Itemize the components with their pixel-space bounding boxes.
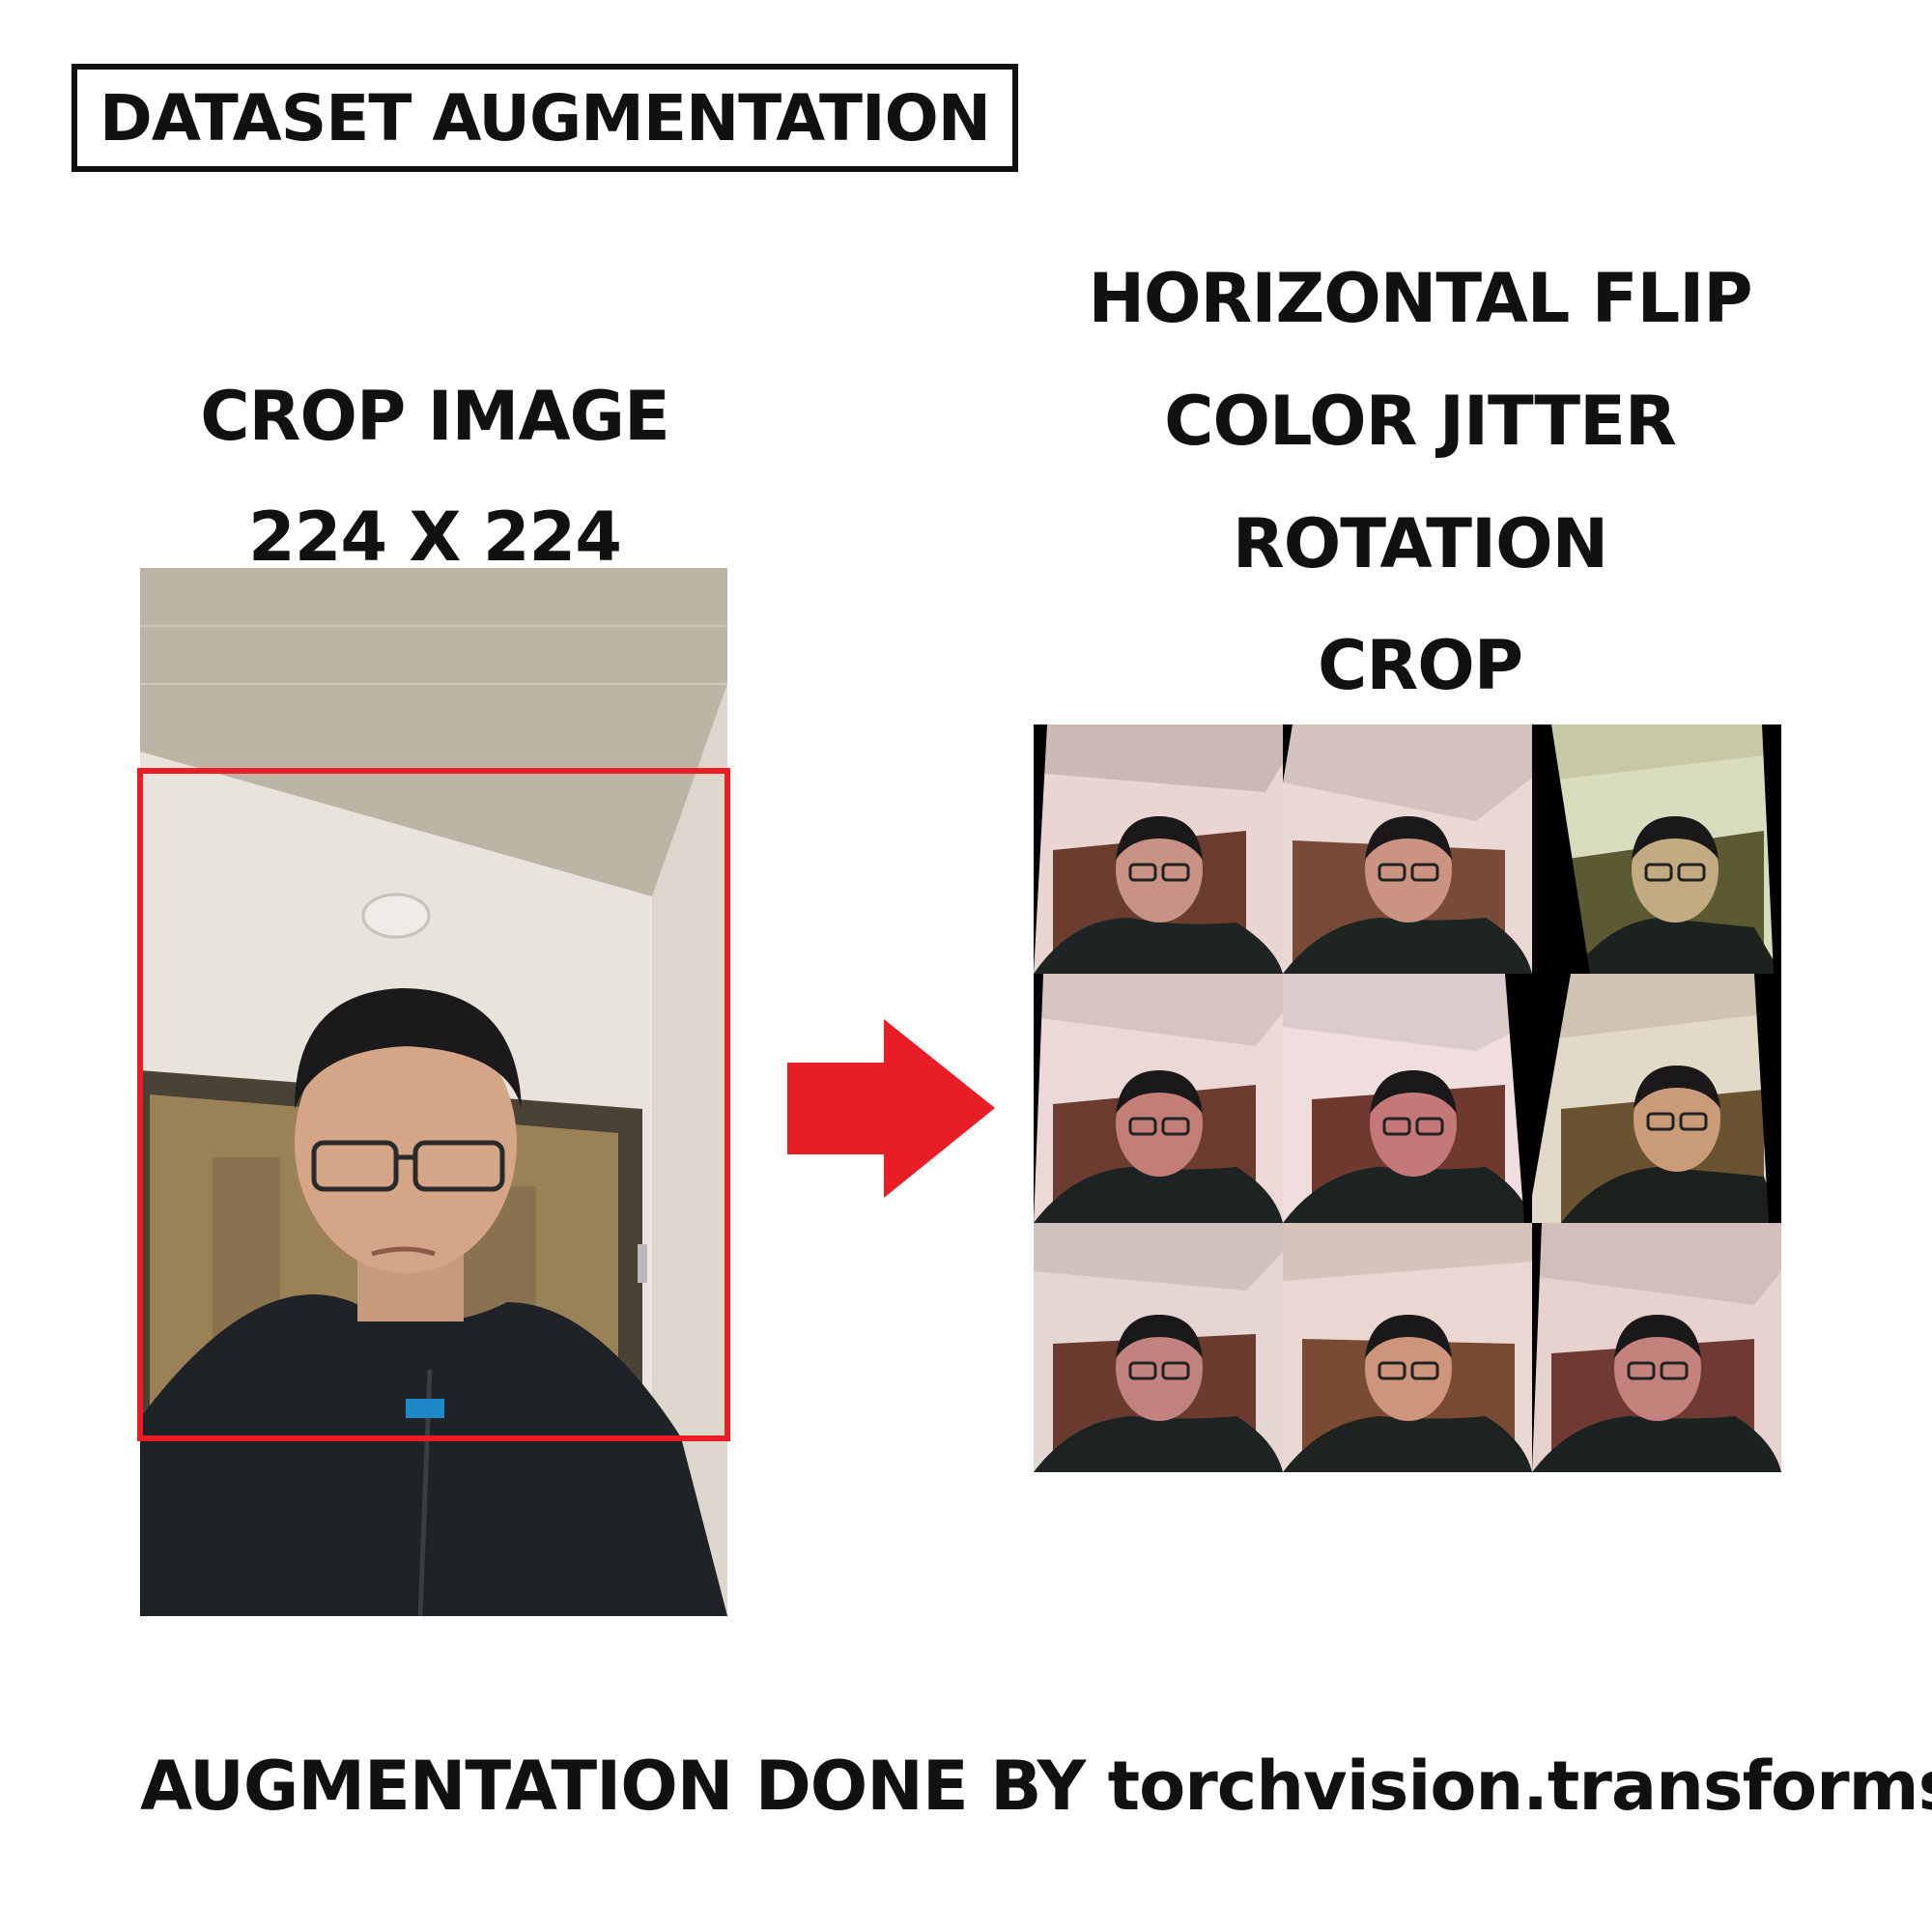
diagram-title: DATASET AUGMENTATION <box>71 64 1018 172</box>
transform-label-flip: HORIZONTAL FLIP <box>1088 259 1752 338</box>
crop-region-box <box>137 768 730 1441</box>
augmented-sample <box>1283 724 1532 974</box>
right-arrow-icon <box>787 1019 995 1198</box>
augmented-sample <box>1034 1223 1283 1472</box>
augmented-sample <box>1532 974 1781 1223</box>
augmented-sample <box>1532 1223 1781 1472</box>
augmented-sample <box>1034 724 1283 974</box>
footer-module-name: torchvision.transforms <box>1107 1747 1932 1826</box>
footer-caption: AUGMENTATION DONE BY torchvision.transfo… <box>140 1747 1932 1826</box>
transform-label-jitter: COLOR JITTER <box>1164 382 1677 461</box>
transform-label-crop: CROP <box>1317 626 1523 705</box>
augmented-sample <box>1034 974 1283 1223</box>
crop-label: CROP IMAGE <box>200 377 670 456</box>
transform-label-rotation: ROTATION <box>1232 504 1608 583</box>
augmented-image-grid <box>1034 724 1781 1472</box>
footer-prefix: AUGMENTATION DONE BY <box>140 1747 1108 1826</box>
augmented-sample <box>1283 974 1532 1223</box>
crop-size-label: 224 X 224 <box>248 497 622 577</box>
augmented-sample <box>1283 1223 1532 1472</box>
augmented-sample <box>1532 724 1781 974</box>
